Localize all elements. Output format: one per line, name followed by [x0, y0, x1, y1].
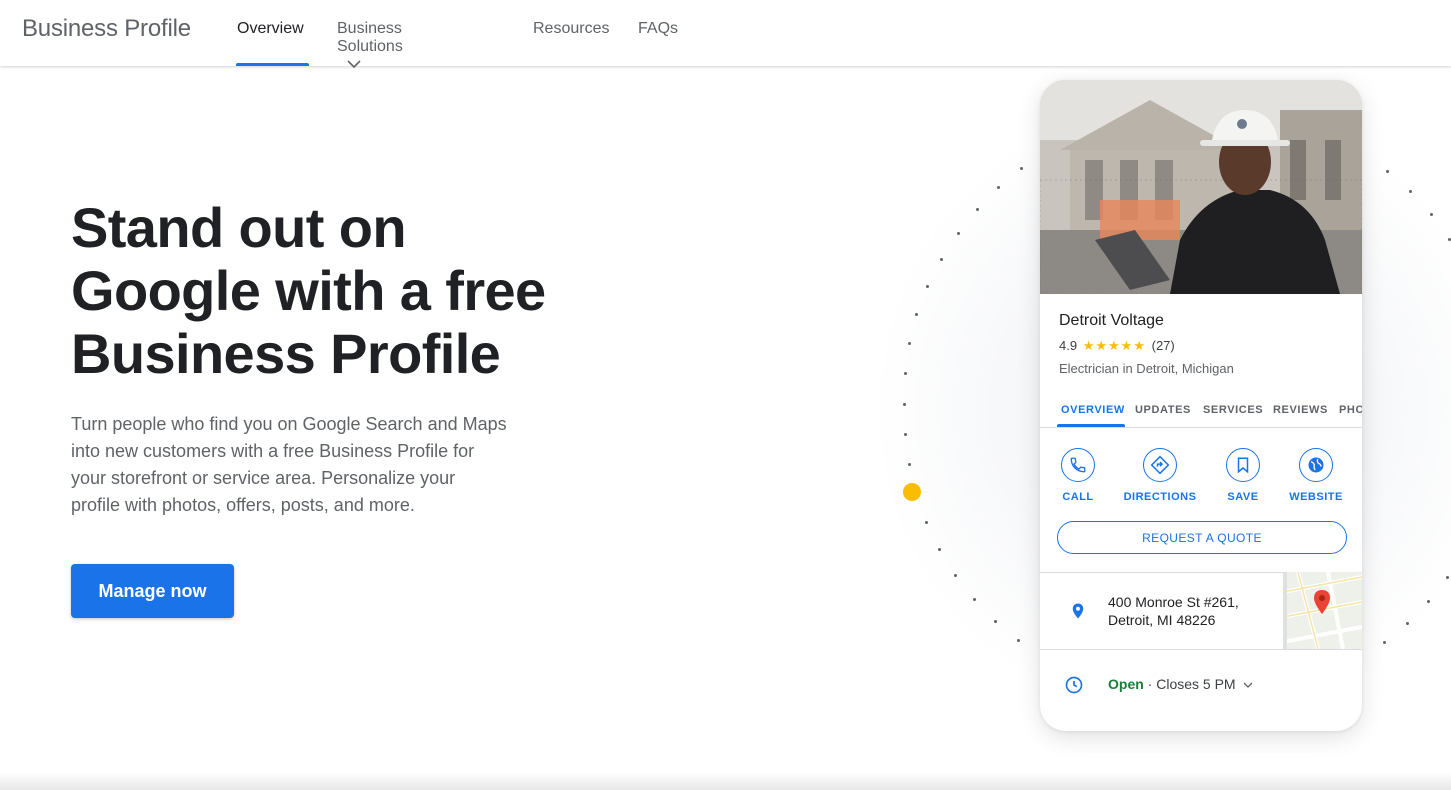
website-action[interactable]: WEBSITE [1276, 448, 1356, 503]
decorative-dot [1020, 167, 1023, 170]
rating-row: 4.9 ★★★★★ (27) [1059, 338, 1175, 354]
decorative-dot [938, 548, 941, 551]
decorative-dot [1406, 622, 1409, 625]
call-label: CALL [1062, 491, 1094, 503]
hero-description: Turn people who find you on Google Searc… [71, 411, 521, 519]
hero-description-line: Turn people who find you on Google Searc… [71, 414, 507, 434]
chevron-down-icon [1244, 682, 1253, 688]
business-category: Electrician in Detroit, Michigan [1059, 361, 1234, 376]
brand-logo[interactable]: Business Profile [22, 15, 191, 43]
directions-circle [1143, 448, 1177, 482]
yellow-dot-decoration [903, 483, 921, 501]
hero-title: Stand out on Google with a free Business… [71, 196, 591, 385]
nav-faqs[interactable]: FAQs [638, 20, 678, 38]
decorative-dot [994, 620, 997, 623]
open-status: Open [1108, 676, 1144, 692]
tab-services[interactable]: SERVICES [1203, 404, 1263, 416]
request-quote-button[interactable]: REQUEST A QUOTE [1057, 521, 1347, 554]
rating-value: 4.9 [1059, 338, 1078, 353]
decorative-dot [904, 372, 907, 375]
decorative-dot [908, 342, 911, 345]
globe-icon [1308, 457, 1324, 473]
business-name: Detroit Voltage [1059, 312, 1164, 329]
location-pin-icon [1072, 603, 1084, 619]
hero-title-line: Google with a free [71, 259, 546, 322]
bookmark-icon [1237, 457, 1249, 474]
active-tab-indicator [1057, 424, 1125, 427]
business-photo [1040, 80, 1362, 294]
directions-label: DIRECTIONS [1123, 491, 1197, 503]
hero-title-line: Business Profile [71, 322, 501, 385]
decorative-dot [915, 313, 918, 316]
tab-photos[interactable]: PHO [1339, 404, 1362, 416]
decorative-dot [976, 208, 979, 211]
profile-tabs: OVERVIEW UPDATES SERVICES REVIEWS PHO [1040, 394, 1362, 428]
nav-business-solutions-label: Business Solutions [337, 20, 403, 55]
decorative-dot [940, 258, 943, 261]
chevron-down-icon [347, 60, 361, 69]
tab-reviews[interactable]: REVIEWS [1273, 404, 1328, 416]
nav-business-solutions[interactable]: Business Solutions [337, 20, 403, 74]
website-label: WEBSITE [1289, 491, 1343, 503]
tab-updates[interactable]: UPDATES [1135, 404, 1191, 416]
decorative-dot [954, 574, 957, 577]
website-circle [1299, 448, 1333, 482]
clock-icon [1065, 676, 1083, 694]
closing-time: · Closes 5 PM [1143, 676, 1236, 692]
decorative-dot [926, 285, 929, 288]
decorative-dot [1383, 641, 1386, 644]
directions-action[interactable]: DIRECTIONS [1120, 448, 1200, 503]
map-thumbnail[interactable] [1283, 572, 1362, 649]
section-bottom-shadow [0, 772, 1451, 790]
hero-description-line: your storefront or service area. Persona… [71, 468, 456, 488]
decorative-dot [925, 521, 928, 524]
decorative-dot [1427, 600, 1430, 603]
business-profile-card: Detroit Voltage 4.9 ★★★★★ (27) Electrici… [1040, 80, 1362, 731]
nav-overview[interactable]: Overview [237, 20, 304, 38]
save-label: SAVE [1227, 491, 1259, 503]
active-nav-indicator [236, 63, 309, 66]
business-hours[interactable]: Open · Closes 5 PM [1108, 676, 1253, 692]
site-header: Business Profile Overview Business Solut… [0, 0, 1451, 69]
tab-overview[interactable]: OVERVIEW [1061, 404, 1125, 416]
address-line: 400 Monroe St #261, [1108, 594, 1239, 610]
decorative-dot [1430, 213, 1433, 216]
call-action[interactable]: CALL [1040, 448, 1118, 503]
decorative-dot [1446, 576, 1449, 579]
phone-icon [1070, 457, 1086, 473]
decorative-dot [957, 232, 960, 235]
decorative-dot [1409, 190, 1412, 193]
decorative-dot [1017, 639, 1020, 642]
decorative-dot [973, 598, 976, 601]
directions-icon [1150, 455, 1170, 475]
hero-title-line: Stand out on [71, 196, 407, 259]
decorative-dot [1386, 170, 1389, 173]
address-line: Detroit, MI 48226 [1108, 612, 1216, 628]
decorative-dot [997, 186, 1000, 189]
hero-description-line: into new customers with a free Business … [71, 441, 475, 461]
hero-description-line: profile with photos, offers, posts, and … [71, 495, 415, 515]
divider [1040, 649, 1362, 650]
save-circle [1226, 448, 1260, 482]
business-address[interactable]: 400 Monroe St #261, Detroit, MI 48226 [1108, 593, 1278, 629]
decorative-dot [908, 463, 911, 466]
manage-now-button[interactable]: Manage now [71, 564, 234, 618]
decorative-dot [904, 433, 907, 436]
review-count[interactable]: (27) [1152, 338, 1175, 353]
save-action[interactable]: SAVE [1203, 448, 1283, 503]
decorative-dot [903, 403, 906, 406]
rating-stars: ★★★★★ [1082, 338, 1146, 353]
nav-resources[interactable]: Resources [533, 20, 609, 38]
call-circle [1061, 448, 1095, 482]
